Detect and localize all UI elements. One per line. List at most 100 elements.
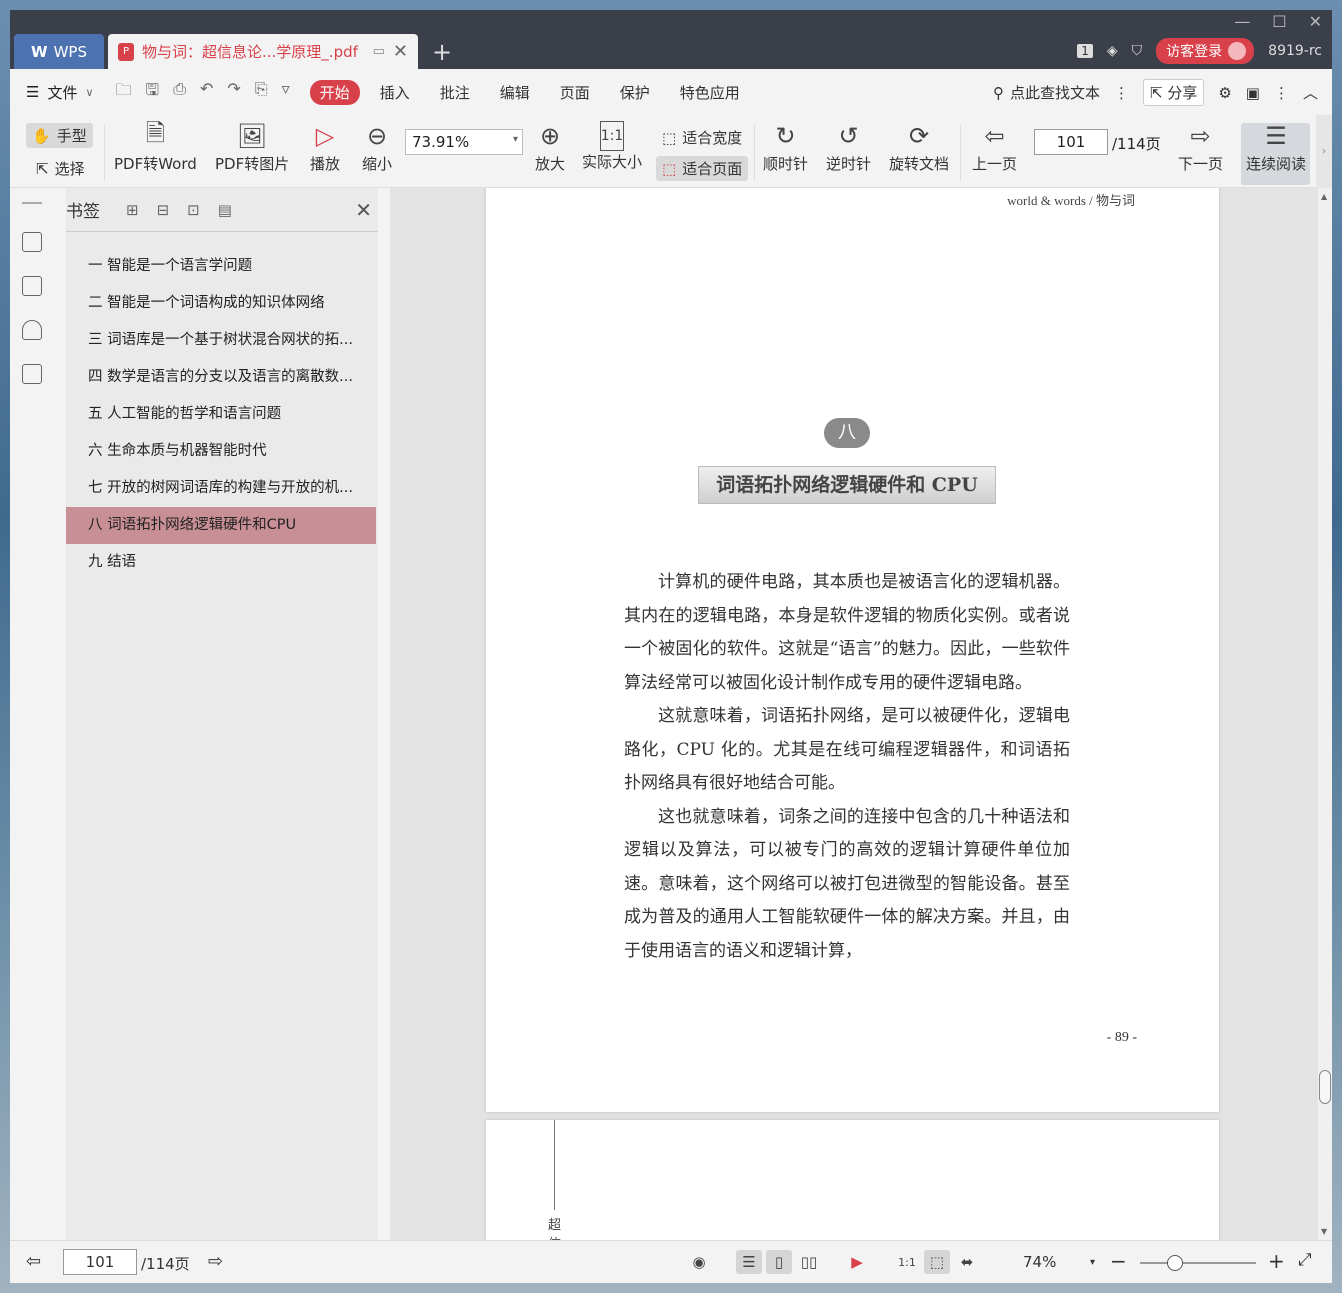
zoom-percent[interactable]: 74% (1023, 1253, 1056, 1271)
scroll-down-icon[interactable]: ▼ (1321, 1227, 1327, 1236)
bookmark-item[interactable]: 六 生命本质与机器智能时代 (66, 433, 376, 470)
window-count-badge[interactable]: 1 (1077, 44, 1093, 58)
continuous-view-icon[interactable]: ☰ (736, 1250, 762, 1274)
play-slideshow-icon[interactable]: ▶ (844, 1250, 870, 1274)
bookmark-panel-icon[interactable] (22, 232, 42, 252)
actual-size-button[interactable]: 1:1 实际大小 (582, 119, 642, 172)
quick-access: 🗀 🖫 ⎙ ↶ ↷ ⎘ ▿ (116, 79, 290, 106)
zoom-out-minus-icon[interactable]: − (1110, 1249, 1127, 1273)
rotate-document-button[interactable]: ⟳ 旋转文档 (889, 119, 949, 174)
rotate-clockwise-button[interactable]: ↻ 顺时针 (763, 119, 808, 174)
wps-home-tab[interactable]: W WPS (14, 34, 104, 69)
theme-icon[interactable]: ◈ (1107, 43, 1118, 59)
tab-edit[interactable]: 编辑 (500, 82, 530, 103)
new-tab-button[interactable]: + (432, 38, 452, 66)
file-menu[interactable]: ☰ 文件 ∨ (26, 82, 94, 103)
more-dropdown-icon[interactable]: ▿ (282, 79, 290, 106)
tab-annotate[interactable]: 批注 (440, 82, 470, 103)
save-icon[interactable]: 🖫 (146, 79, 160, 106)
bookmark-list: 一 智能是一个语言学问题 二 智能是一个词语构成的知识体网络 三 词语库是一个基… (66, 232, 378, 581)
continuous-read-button[interactable]: ☰ 连续阅读 (1241, 122, 1310, 185)
prev-page-arrow-icon[interactable]: ⇦ (26, 1251, 41, 1272)
ribbon-scroll-icon[interactable]: › (1316, 115, 1332, 188)
undo-icon[interactable]: ↶ (200, 79, 213, 106)
bookmark-item-selected[interactable]: 八 词语拓扑网络逻辑硬件和CPU (66, 507, 376, 544)
maximize-icon[interactable]: ☐ (1272, 12, 1286, 31)
more-vertical-icon[interactable]: ⋮ (1114, 84, 1129, 102)
tab-insert[interactable]: 插入 (380, 82, 410, 103)
page-number-input[interactable]: 101 (1034, 129, 1108, 155)
zoom-in-plus-icon[interactable]: + (1268, 1249, 1285, 1273)
annotation-icon[interactable] (22, 320, 42, 340)
close-tab-icon[interactable]: ✕ (393, 41, 408, 62)
rotate-counter-clockwise-label: 逆时针 (826, 155, 872, 173)
status-page-input[interactable]: 101 (63, 1249, 137, 1275)
next-page-arrow-icon[interactable]: ⇨ (208, 1251, 223, 1272)
collapse-ribbon-icon[interactable]: ︿ (1303, 82, 1318, 103)
tab-special[interactable]: 特色应用 (680, 82, 740, 103)
minimize-icon[interactable]: — (1234, 12, 1250, 31)
bookmark-item[interactable]: 四 数学是语言的分支以及语言的离散数... (66, 359, 376, 396)
fit-page-button[interactable]: ⬚ 适合页面 (656, 156, 749, 181)
pdf-to-image-label: PDF转图片 (215, 155, 290, 173)
chevron-down-icon[interactable]: ▾ (1090, 1257, 1095, 1268)
find-text-button[interactable]: ⚲ 点此查找文本 (993, 82, 1100, 103)
fit-width-icon[interactable]: ⬌ (954, 1250, 980, 1274)
zoom-in-button[interactable]: ⊕ 放大 (535, 119, 565, 174)
bookmark-item[interactable]: 七 开放的树网词语库的构建与开放的机... (66, 470, 376, 507)
zoom-slider[interactable] (1140, 1255, 1256, 1271)
zoom-out-button[interactable]: ⊖ 缩小 (362, 119, 392, 174)
single-page-icon[interactable]: ▯ (766, 1250, 792, 1274)
gear-icon[interactable]: ⚙ (1218, 84, 1231, 102)
pdf-to-image-button[interactable]: 🖼 PDF转图片 (215, 119, 289, 174)
zoom-select[interactable]: 73.91% ▾ (405, 129, 523, 155)
two-page-icon[interactable]: ▯▯ (796, 1250, 822, 1274)
fit-page-icon[interactable]: ⬚ (924, 1250, 950, 1274)
play-button[interactable]: ▷ 播放 (310, 119, 340, 174)
open-folder-icon[interactable]: 🗀 (116, 79, 132, 106)
close-window-icon[interactable]: ✕ (1309, 12, 1322, 31)
bookmark-settings-icon[interactable]: ▤ (218, 201, 232, 219)
redo-icon[interactable]: ↷ (227, 79, 240, 106)
tab-page[interactable]: 页面 (560, 82, 590, 103)
zoom-slider-knob[interactable] (1166, 1255, 1183, 1271)
bookmark-item[interactable]: 二 智能是一个词语构成的知识体网络 (66, 285, 376, 322)
login-button[interactable]: 访客登录 (1156, 38, 1255, 64)
thumbnail-icon[interactable] (22, 276, 42, 296)
tab-start[interactable]: 开始 (309, 79, 360, 105)
rotate-document-icon: ⟳ (908, 122, 930, 150)
comment-icon[interactable]: ▣ (1246, 84, 1260, 102)
close-icon[interactable]: ✕ (355, 198, 372, 222)
attachment-icon[interactable] (22, 364, 42, 384)
share-button[interactable]: ⇱ 分享 (1142, 79, 1205, 106)
fit-width-button[interactable]: ⬚ 适合宽度 (656, 125, 748, 150)
skin-icon[interactable]: ⛉ (1132, 43, 1143, 59)
actual-size-icon[interactable]: 1:1 (894, 1250, 920, 1274)
vertical-scrollbar[interactable]: ▲ ▼ (1318, 188, 1332, 1240)
paragraph: 计算机的硬件电路，其本质也是被语言化的逻辑机器。其内在的逻辑电路，本身是软件逻辑… (624, 572, 1070, 693)
pdf-to-word-button[interactable]: 🗎 PDF转Word (114, 119, 197, 174)
eye-care-icon[interactable]: ◉ (686, 1250, 712, 1274)
scrollbar-thumb[interactable] (1319, 1070, 1331, 1104)
add-bookmark-icon[interactable]: ⊡ (187, 201, 200, 219)
previous-page-button[interactable]: ⇦ 上一页 (972, 119, 1017, 174)
more-vertical-icon-2[interactable]: ⋮ (1274, 84, 1289, 102)
rotate-counter-clockwise-button[interactable]: ↺ 逆时针 (826, 119, 871, 174)
print-icon[interactable]: ⎙ (173, 79, 186, 106)
collapse-all-icon[interactable]: ⊟ (157, 201, 170, 219)
hand-tool-button[interactable]: ✋ 手型 (26, 123, 93, 148)
document-tab[interactable]: P 物与词：超信息论...学原理_.pdf ▭ ✕ (108, 34, 418, 69)
next-page-button[interactable]: ⇨ 下一页 (1178, 119, 1223, 174)
export-icon[interactable]: ⎘ (255, 79, 268, 106)
select-tool-button[interactable]: ⇱ 选择 (30, 156, 91, 181)
bookmark-item[interactable]: 九 结语 (66, 544, 376, 581)
tab-protect[interactable]: 保护 (620, 82, 650, 103)
bookmark-item[interactable]: 五 人工智能的哲学和语言问题 (66, 396, 376, 433)
document-viewport[interactable]: world & words / 物与词 八 词语拓扑网络逻辑硬件和 CPU 计算… (390, 188, 1318, 1240)
monitor-icon[interactable]: ▭ (373, 44, 385, 59)
scroll-up-icon[interactable]: ▲ (1321, 192, 1327, 201)
bookmark-item[interactable]: 三 词语库是一个基于树状混合网状的拓... (66, 322, 376, 359)
expand-all-icon[interactable]: ⊞ (126, 201, 139, 219)
fullscreen-icon[interactable]: ⤢ (1298, 1250, 1312, 1270)
bookmark-item[interactable]: 一 智能是一个语言学问题 (66, 248, 376, 285)
